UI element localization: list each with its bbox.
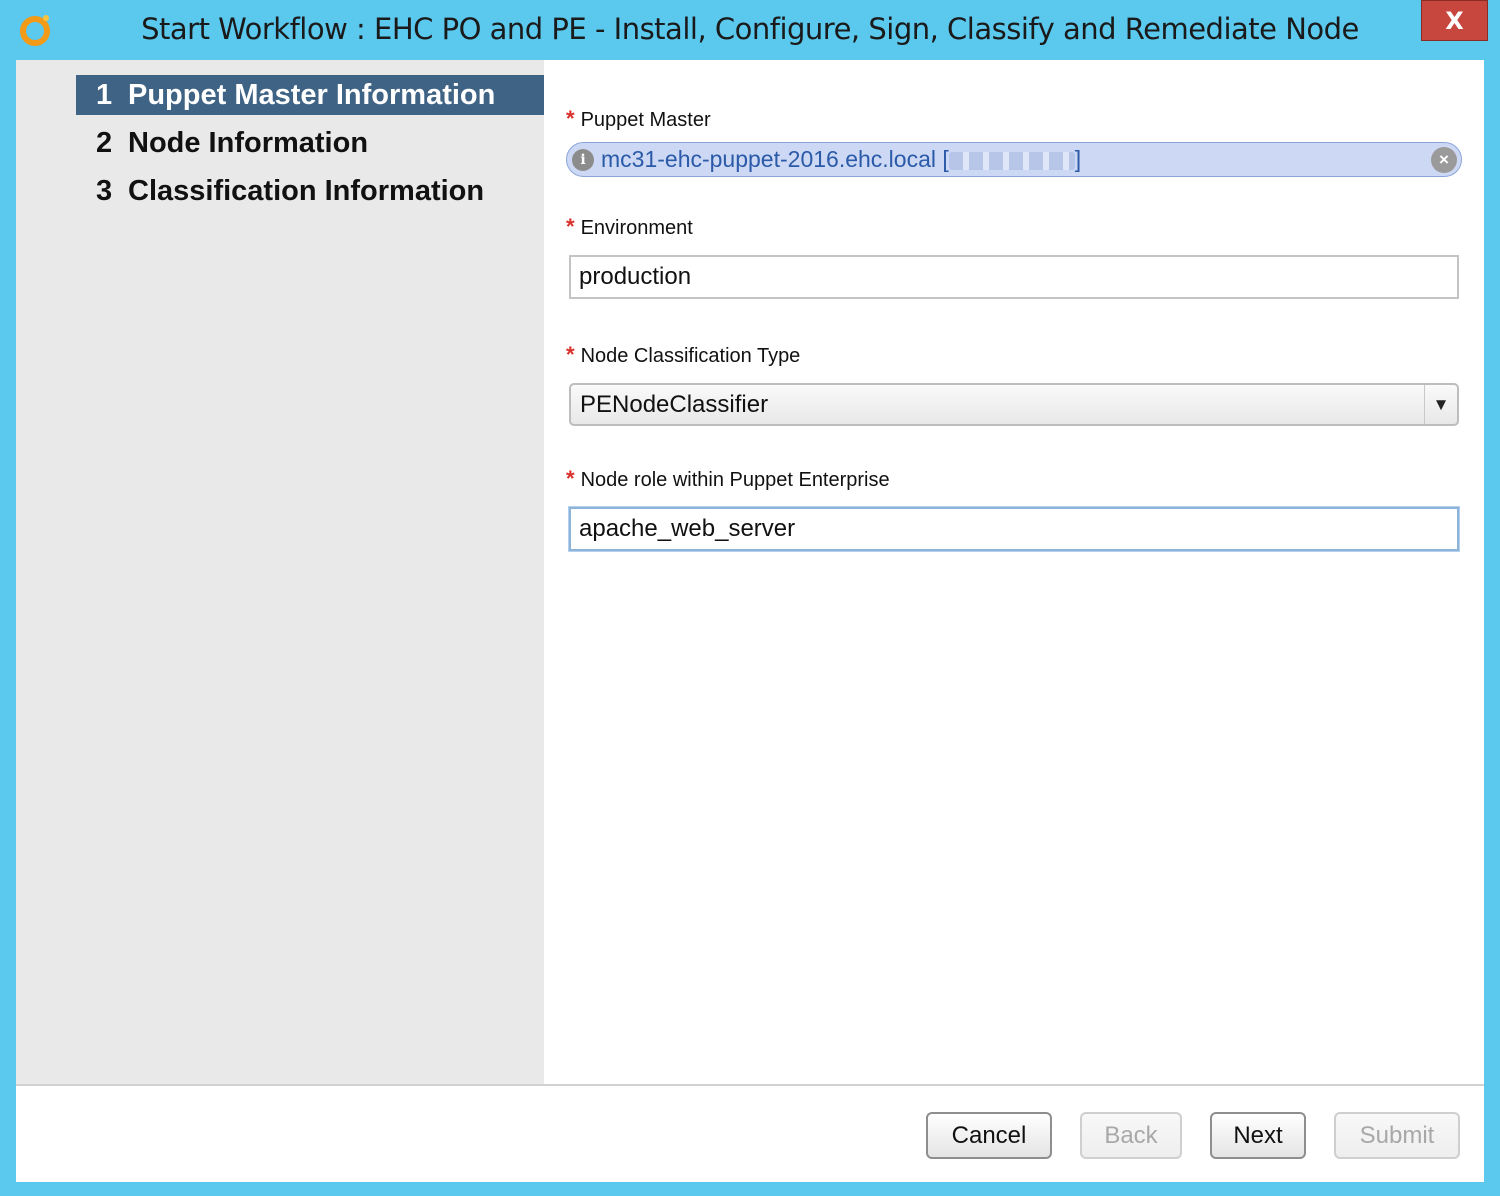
wizard-steps-sidebar: 1 Puppet Master Information 2 Node Informa… xyxy=(16,60,544,1084)
close-button[interactable]: X xyxy=(1421,0,1488,41)
step-number: 2 xyxy=(96,127,113,159)
step-classification-information[interactable]: 3 Classification Information xyxy=(76,171,544,211)
required-marker: * xyxy=(566,466,575,491)
form-panel: * Puppet Master i mc31-ehc-puppet-2016.eh… xyxy=(544,60,1484,1084)
cancel-button[interactable]: Cancel xyxy=(926,1112,1052,1159)
node-classification-type-label: * Node Classification Type xyxy=(566,342,801,367)
puppet-master-selection-chip[interactable]: i mc31-ehc-puppet-2016.ehc.local [] × xyxy=(566,142,1462,177)
required-marker: * xyxy=(566,106,575,131)
step-label: Puppet Master Information xyxy=(128,79,496,111)
node-classification-type-value: PENodeClassifier xyxy=(580,391,769,418)
dialog-footer: Cancel Back Next Submit xyxy=(16,1084,1484,1182)
step-node-information[interactable]: 2 Node Information xyxy=(76,123,544,163)
back-button[interactable]: Back xyxy=(1080,1112,1182,1159)
step-label: Classification Information xyxy=(128,175,485,207)
step-puppet-master-information[interactable]: 1 Puppet Master Information xyxy=(76,75,544,115)
info-icon: i xyxy=(572,149,594,171)
step-number: 3 xyxy=(96,175,113,207)
dialog-client-area: 1 Puppet Master Information 2 Node Informa… xyxy=(16,60,1484,1182)
step-label: Node Information xyxy=(128,127,369,159)
next-button[interactable]: Next xyxy=(1210,1112,1306,1159)
title-bar: Start Workflow : EHC PO and PE - Install… xyxy=(0,0,1500,60)
redacted-ip xyxy=(948,151,1075,170)
puppet-master-value: mc31-ehc-puppet-2016.ehc.local [ xyxy=(601,146,949,172)
environment-label: * Environment xyxy=(566,214,693,239)
node-classification-type-select[interactable]: PENodeClassifier ▼ xyxy=(569,383,1459,426)
window-title: Start Workflow : EHC PO and PE - Install… xyxy=(141,12,1359,46)
node-role-input[interactable]: apache_web_server xyxy=(569,507,1459,551)
node-role-label: * Node role within Puppet Enterprise xyxy=(566,466,890,491)
required-marker: * xyxy=(566,342,575,367)
required-marker: * xyxy=(566,214,575,239)
submit-button[interactable]: Submit xyxy=(1334,1112,1460,1159)
chevron-down-icon[interactable]: ▼ xyxy=(1424,385,1457,424)
step-number: 1 xyxy=(96,79,113,111)
environment-input[interactable]: production xyxy=(569,255,1459,299)
puppet-master-label: * Puppet Master xyxy=(566,106,711,131)
clear-icon[interactable]: × xyxy=(1431,147,1457,173)
